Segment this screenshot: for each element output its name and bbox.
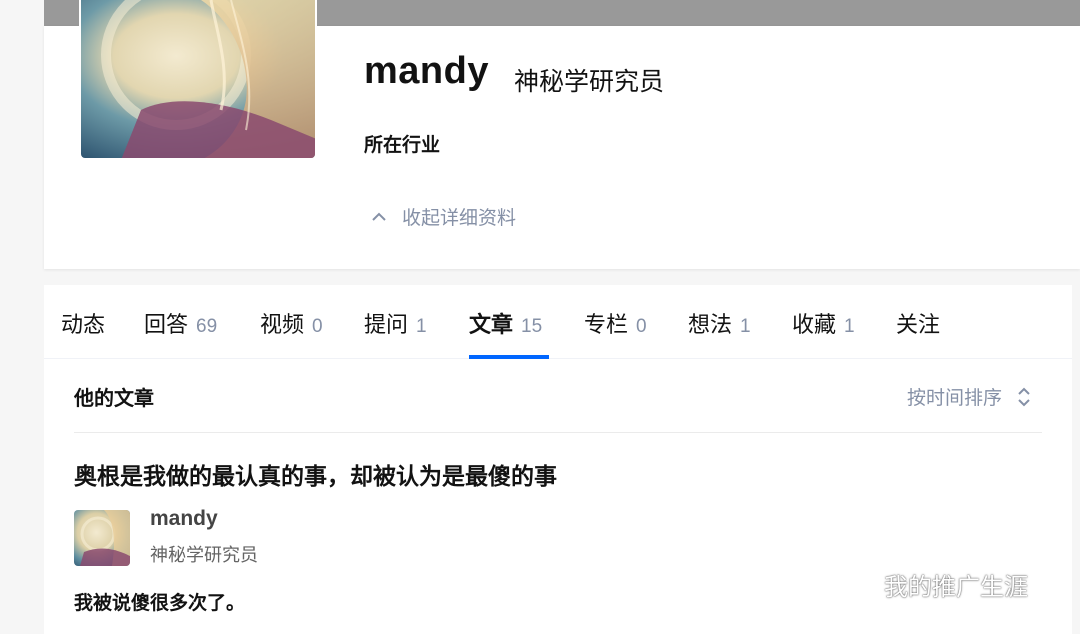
tab-label: 想法 bbox=[688, 313, 733, 338]
sort-button[interactable]: 按时间排序 bbox=[907, 383, 1032, 410]
tab-columns[interactable]: 专栏 0 bbox=[584, 307, 647, 339]
author-avatar[interactable] bbox=[74, 510, 130, 566]
author-avatar-image bbox=[74, 510, 130, 566]
tab-answers[interactable]: 回答 69 bbox=[144, 307, 217, 339]
tab-label: 动态 bbox=[61, 313, 106, 338]
tab-label: 文章 bbox=[469, 313, 514, 338]
tab-count: 1 bbox=[416, 316, 427, 337]
author-headline: 神秘学研究员 bbox=[150, 545, 258, 566]
profile-avatar[interactable] bbox=[79, 0, 317, 160]
tab-collections[interactable]: 收藏 1 bbox=[792, 307, 855, 339]
tab-count: 15 bbox=[521, 316, 543, 337]
watermark: 我的推广生涯 bbox=[836, 567, 1028, 602]
tab-label: 回答 bbox=[144, 313, 189, 338]
tab-label: 关注 bbox=[896, 313, 941, 338]
tab-count: 1 bbox=[844, 316, 855, 337]
tab-count: 1 bbox=[740, 316, 751, 337]
tab-count: 0 bbox=[312, 316, 323, 337]
tab-pins[interactable]: 想法 1 bbox=[688, 307, 751, 339]
tab-count: 0 bbox=[636, 316, 647, 337]
sort-updown-icon bbox=[1018, 387, 1030, 406]
article-excerpt[interactable]: 我被说傻很多次了。 bbox=[74, 588, 245, 615]
collapse-details-button[interactable]: 收起详细资料 bbox=[370, 203, 516, 230]
profile-name: mandy bbox=[364, 50, 489, 92]
industry-label: 所在行业 bbox=[364, 134, 441, 156]
article-title-link[interactable]: 奥根是我做的最认真的事，却被认为是最傻的事 bbox=[74, 457, 557, 491]
profile-headline: 神秘学研究员 bbox=[514, 67, 665, 96]
tab-videos[interactable]: 视频 0 bbox=[260, 307, 323, 339]
watermark-text: 我的推广生涯 bbox=[884, 573, 1028, 601]
tab-following[interactable]: 关注 bbox=[896, 307, 940, 339]
tab-count: 69 bbox=[196, 316, 218, 337]
wechat-icon bbox=[837, 569, 874, 599]
avatar-image bbox=[81, 0, 315, 158]
sort-label: 按时间排序 bbox=[906, 387, 1002, 409]
tab-articles[interactable]: 文章 15 bbox=[469, 307, 542, 339]
section-title: 他的文章 bbox=[74, 386, 154, 410]
chevron-up-icon bbox=[372, 212, 386, 221]
tab-questions[interactable]: 提问 1 bbox=[364, 307, 427, 339]
active-tab-indicator bbox=[469, 355, 549, 359]
tab-label: 提问 bbox=[364, 313, 409, 338]
author-name-link[interactable]: mandy bbox=[150, 507, 218, 531]
tab-activity[interactable]: 动态 bbox=[61, 307, 105, 339]
section-divider bbox=[74, 432, 1042, 433]
profile-tabs: 动态 回答 69 视频 0 提问 1 文章 15 专栏 0 想法 1 收藏 1 关注 bbox=[44, 285, 1072, 359]
tab-label: 视频 bbox=[260, 313, 305, 338]
collapse-details-label: 收起详细资料 bbox=[402, 207, 517, 229]
tab-label: 专栏 bbox=[584, 313, 629, 338]
tab-label: 收藏 bbox=[792, 313, 837, 338]
